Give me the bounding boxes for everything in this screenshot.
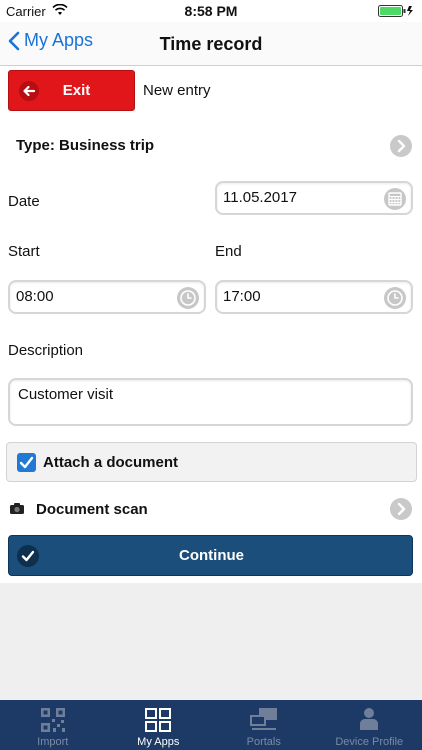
clock-icon bbox=[177, 287, 199, 309]
tab-my-apps[interactable]: My Apps bbox=[106, 700, 212, 750]
date-label: Date bbox=[8, 193, 40, 210]
qr-code-icon bbox=[40, 708, 65, 732]
tab-label: My Apps bbox=[137, 736, 180, 748]
new-entry-label: New entry bbox=[143, 82, 211, 99]
tab-label: Import bbox=[37, 736, 69, 748]
attach-document-label: Attach a document bbox=[43, 454, 179, 471]
continue-label: Continue bbox=[179, 547, 244, 564]
tab-portals[interactable]: Portals bbox=[211, 700, 317, 750]
status-bar: Carrier 8:58 PM bbox=[0, 0, 422, 22]
end-time-field[interactable]: 17:00 bbox=[215, 280, 413, 314]
tab-label: Device Profile bbox=[335, 736, 404, 748]
exit-label: Exit bbox=[62, 82, 91, 99]
chevron-right-icon bbox=[390, 498, 412, 520]
type-selector[interactable]: Type: Business trip bbox=[8, 124, 414, 168]
clock-icon bbox=[384, 287, 406, 309]
description-value: Customer visit bbox=[18, 386, 114, 403]
tab-import[interactable]: Import bbox=[0, 700, 106, 750]
attach-document-toggle[interactable]: Attach a document bbox=[6, 442, 417, 482]
end-time-value: 17:00 bbox=[223, 288, 261, 305]
date-field[interactable]: 11.05.2017 bbox=[215, 181, 413, 215]
tab-label: Portals bbox=[246, 736, 281, 748]
description-label: Description bbox=[8, 342, 84, 359]
type-label: Type: Business trip bbox=[16, 137, 155, 154]
grid-icon bbox=[145, 708, 172, 732]
arrow-left-icon bbox=[19, 81, 39, 101]
end-label: End bbox=[215, 243, 242, 260]
description-field[interactable]: Customer visit bbox=[8, 378, 413, 426]
portals-icon bbox=[249, 708, 277, 730]
continue-button[interactable]: Continue bbox=[8, 535, 413, 576]
page-title: Time record bbox=[159, 34, 263, 54]
calendar-icon bbox=[384, 188, 406, 210]
document-scan-row[interactable]: Document scan bbox=[8, 494, 414, 524]
navigation-bar: My Apps Time record bbox=[0, 22, 422, 66]
start-time-field[interactable]: 08:00 bbox=[8, 280, 206, 314]
chevron-right-icon bbox=[390, 135, 412, 157]
document-scan-label: Document scan bbox=[36, 501, 148, 518]
tab-bar: Import My Apps Portals Device Profile bbox=[0, 700, 422, 750]
content-background bbox=[0, 583, 422, 700]
camera-icon bbox=[10, 503, 24, 514]
status-time: 8:58 PM bbox=[184, 3, 238, 19]
start-time-value: 08:00 bbox=[16, 288, 54, 305]
battery-icon bbox=[378, 5, 413, 17]
exit-button[interactable]: Exit bbox=[8, 70, 135, 111]
person-icon bbox=[360, 708, 379, 730]
tab-device-profile[interactable]: Device Profile bbox=[317, 700, 422, 750]
date-value: 11.05.2017 bbox=[223, 189, 297, 206]
checkbox-checked-icon[interactable] bbox=[17, 453, 36, 472]
start-label: Start bbox=[8, 243, 40, 260]
